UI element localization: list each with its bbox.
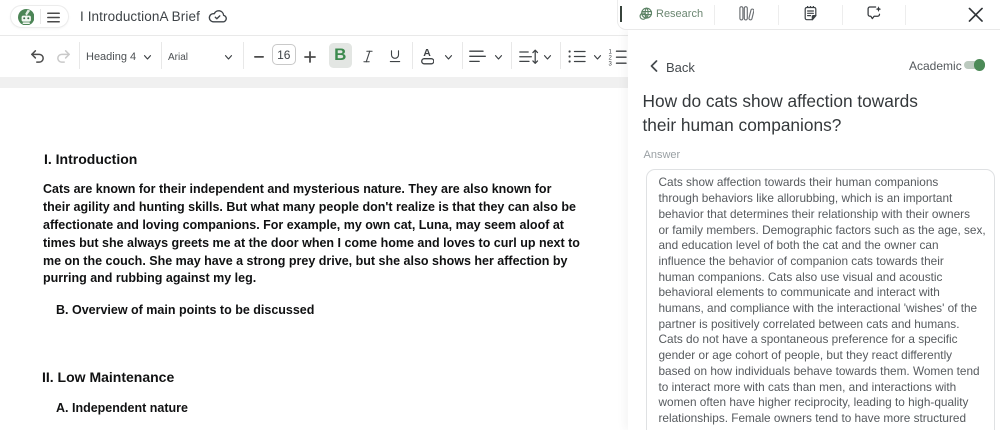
svg-text:3: 3 [608,61,612,66]
